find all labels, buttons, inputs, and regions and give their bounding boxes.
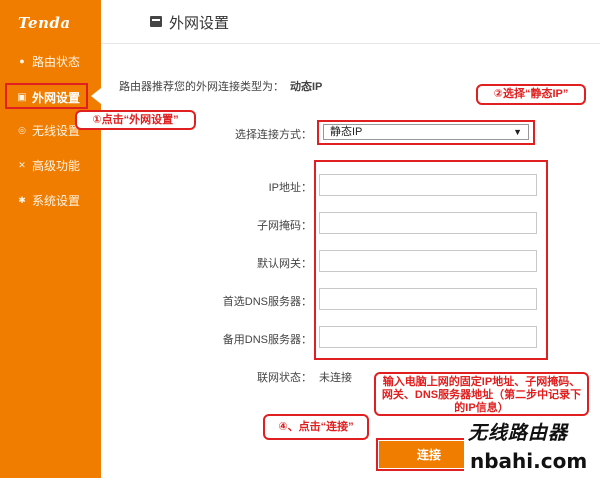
primary-dns-label: 首选DNS服务器： <box>222 296 312 308</box>
page-title: 外网设置 <box>169 15 230 32</box>
wifi-icon: ◎ <box>18 124 26 135</box>
page-header: 外网设置 <box>101 0 600 44</box>
circle-icon: ● <box>19 56 25 66</box>
connection-status-label: 联网状态： <box>257 372 312 384</box>
secondary-dns-label: 备用DNS服务器： <box>222 334 312 346</box>
sidebar-item-label: 系统设置 <box>32 193 81 208</box>
sidebar: Tenda ● 路由状态 ▣ 外网设置 ◎ 无线设置 ✕ 高级功能 ✱ 系统设置 <box>0 0 101 478</box>
active-item-pointer <box>91 88 101 104</box>
annotation-step-3: 输入电脑上网的固定IP地址、子网掩码、网关、DNS服务器地址（第二步中记录下的I… <box>374 372 589 416</box>
annotation-step-2: ②选择“静态IP” <box>476 84 586 105</box>
sidebar-item-label: 无线设置 <box>32 123 81 138</box>
highlight-select-frame <box>317 120 535 145</box>
sidebar-item-label: 路由状态 <box>32 54 81 69</box>
sidebar-item-router-status[interactable]: ● 路由状态 <box>0 48 101 74</box>
gear-icon: ✱ <box>18 194 26 205</box>
sidebar-item-advanced[interactable]: ✕ 高级功能 <box>0 152 101 178</box>
tenda-logo: Tenda <box>18 14 71 32</box>
tools-icon: ✕ <box>18 159 26 170</box>
detected-connection-type: 路由器推荐您的外网连接类型为： 动态IP <box>119 78 322 94</box>
detected-type-label: 路由器推荐您的外网连接类型为： <box>119 81 284 93</box>
default-gateway-label: 默认网关： <box>257 258 312 270</box>
annotation-step-4: ④、点击“连接” <box>263 414 369 440</box>
detected-type-value: 动态IP <box>290 81 323 93</box>
sidebar-item-label: 高级功能 <box>32 158 81 173</box>
sidebar-item-system-settings[interactable]: ✱ 系统设置 <box>0 187 101 213</box>
connection-status-value: 未连接 <box>319 372 352 384</box>
ip-address-label: IP地址： <box>268 182 312 194</box>
highlight-fields-frame <box>314 160 548 360</box>
annotation-step-1: ①点击“外网设置” <box>75 110 196 130</box>
subnet-mask-label: 子网掩码： <box>257 220 312 232</box>
highlight-wan-settings-frame <box>5 83 88 109</box>
watermark-domain: nbahi.com <box>470 449 588 473</box>
network-card-icon <box>150 16 162 27</box>
watermark-title: 无线路由器 <box>468 423 569 444</box>
